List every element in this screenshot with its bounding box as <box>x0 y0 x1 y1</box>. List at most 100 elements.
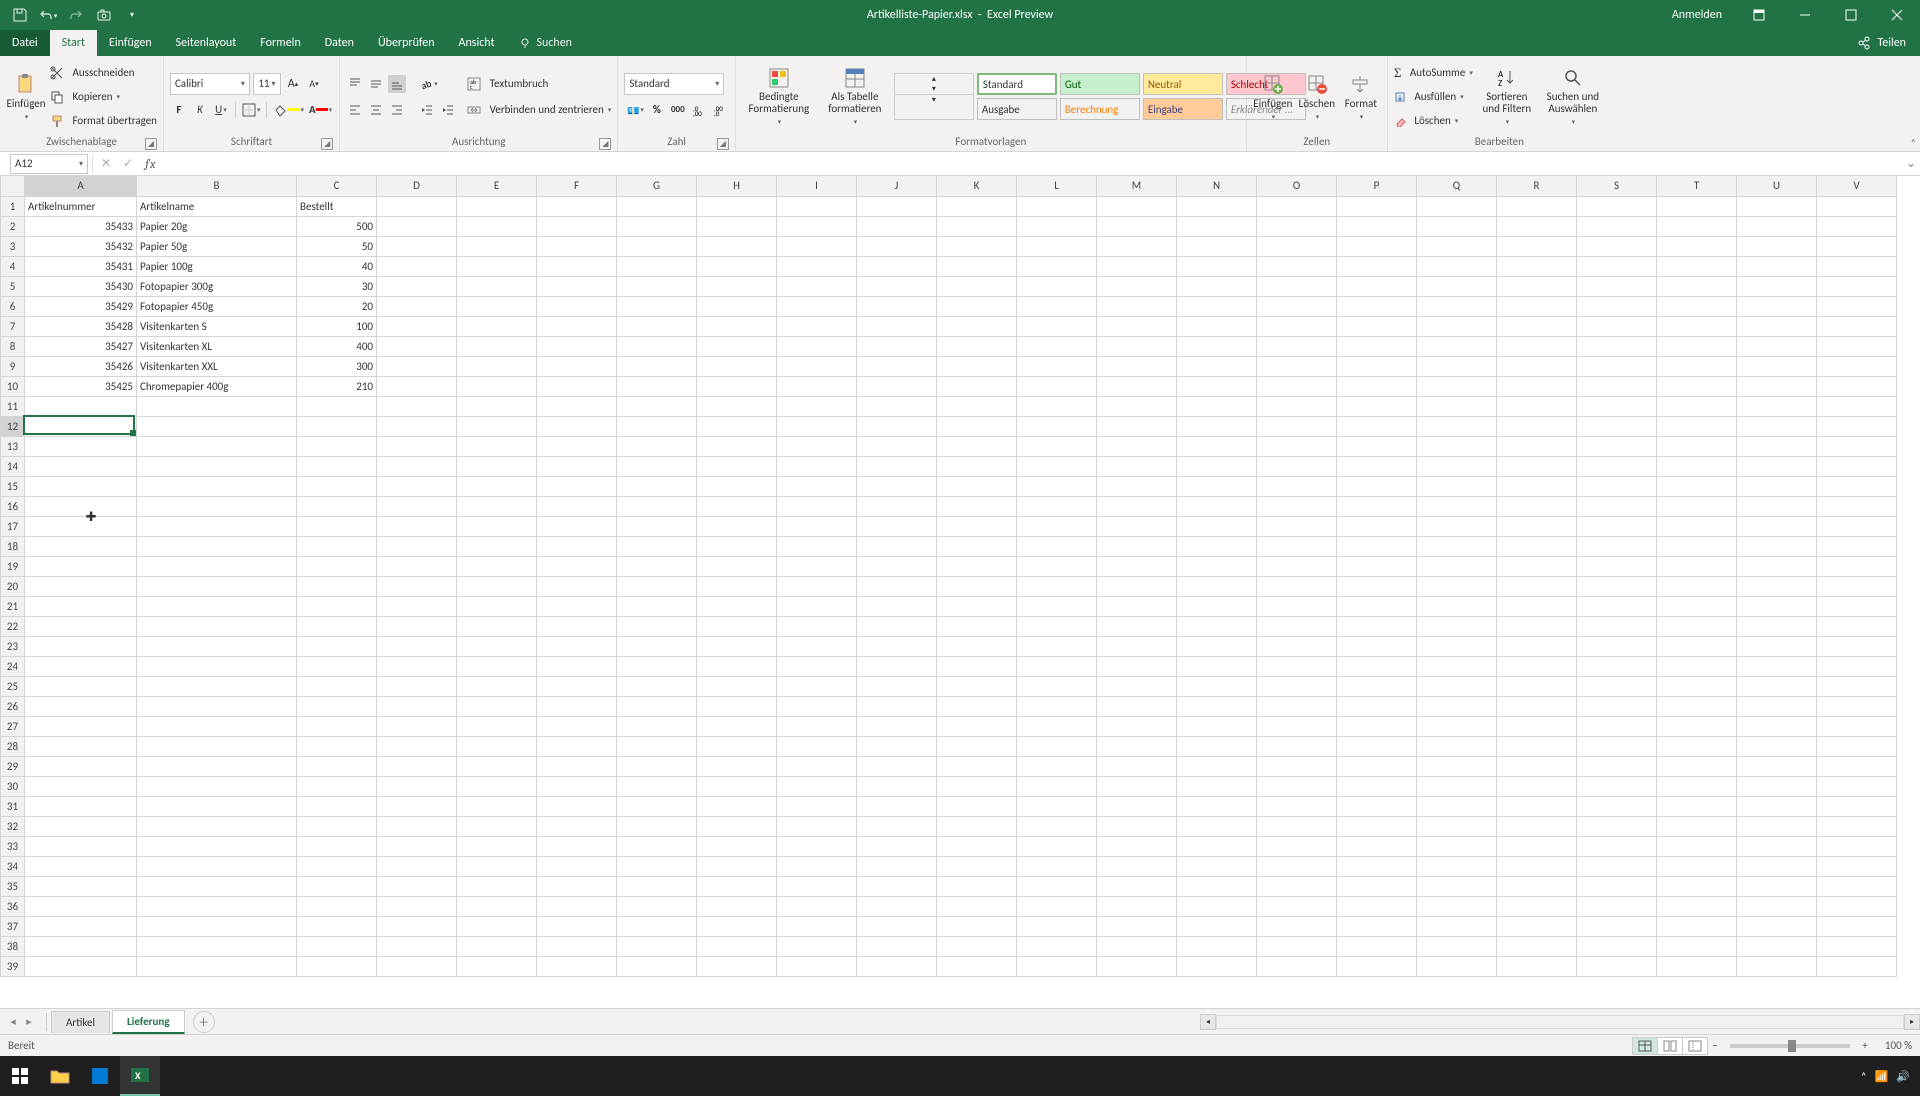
cell-D20[interactable] <box>377 576 457 596</box>
cell-E38[interactable] <box>457 936 537 956</box>
column-header-D[interactable]: D <box>377 176 457 196</box>
tab-einfügen[interactable]: Einfügen <box>97 30 164 56</box>
cell-N16[interactable] <box>1177 496 1257 516</box>
cell-U19[interactable] <box>1737 556 1817 576</box>
cell-H26[interactable] <box>697 696 777 716</box>
cell-C28[interactable] <box>297 736 377 756</box>
increase-font-button[interactable]: A▴ <box>284 75 302 93</box>
cell-D12[interactable] <box>377 416 457 436</box>
cell-B34[interactable] <box>137 856 297 876</box>
cell-I31[interactable] <box>777 796 857 816</box>
cell-H36[interactable] <box>697 896 777 916</box>
cell-G19[interactable] <box>617 556 697 576</box>
cell-O12[interactable] <box>1257 416 1337 436</box>
cell-P14[interactable] <box>1337 456 1417 476</box>
enter-fx-button[interactable]: ✓ <box>117 154 139 174</box>
cell-N7[interactable] <box>1177 316 1257 336</box>
style-standard[interactable]: Standard <box>977 73 1057 95</box>
cell-K22[interactable] <box>937 616 1017 636</box>
cell-U15[interactable] <box>1737 476 1817 496</box>
cell-C3[interactable]: 50 <box>297 236 377 256</box>
row-header-31[interactable]: 31 <box>1 796 25 816</box>
cell-V12[interactable] <box>1817 416 1897 436</box>
cell-R30[interactable] <box>1497 776 1577 796</box>
cell-N25[interactable] <box>1177 676 1257 696</box>
cell-R36[interactable] <box>1497 896 1577 916</box>
row-header-26[interactable]: 26 <box>1 696 25 716</box>
cell-U28[interactable] <box>1737 736 1817 756</box>
row-header-22[interactable]: 22 <box>1 616 25 636</box>
cell-N4[interactable] <box>1177 256 1257 276</box>
cell-A9[interactable]: 35426 <box>25 356 137 376</box>
cell-L3[interactable] <box>1017 236 1097 256</box>
cell-R3[interactable] <box>1497 236 1577 256</box>
row-header-10[interactable]: 10 <box>1 376 25 396</box>
cell-J9[interactable] <box>857 356 937 376</box>
cell-S37[interactable] <box>1577 916 1657 936</box>
cell-N21[interactable] <box>1177 596 1257 616</box>
cell-S13[interactable] <box>1577 436 1657 456</box>
cell-G32[interactable] <box>617 816 697 836</box>
cell-R9[interactable] <box>1497 356 1577 376</box>
cell-C37[interactable] <box>297 916 377 936</box>
cell-Q8[interactable] <box>1417 336 1497 356</box>
row-header-28[interactable]: 28 <box>1 736 25 756</box>
cell-B15[interactable] <box>137 476 297 496</box>
cell-T29[interactable] <box>1657 756 1737 776</box>
cell-G38[interactable] <box>617 936 697 956</box>
cell-M7[interactable] <box>1097 316 1177 336</box>
cell-J30[interactable] <box>857 776 937 796</box>
cell-N31[interactable] <box>1177 796 1257 816</box>
cell-R2[interactable] <box>1497 216 1577 236</box>
cell-H6[interactable] <box>697 296 777 316</box>
cell-S18[interactable] <box>1577 536 1657 556</box>
tray-network-icon[interactable]: 📶 <box>1875 1070 1889 1083</box>
cell-B5[interactable]: Fotopapier 300g <box>137 276 297 296</box>
cell-H27[interactable] <box>697 716 777 736</box>
cell-M8[interactable] <box>1097 336 1177 356</box>
cell-F12[interactable] <box>537 416 617 436</box>
name-box[interactable]: A12▾ <box>10 154 88 174</box>
column-header-M[interactable]: M <box>1097 176 1177 196</box>
cell-H32[interactable] <box>697 816 777 836</box>
cell-T14[interactable] <box>1657 456 1737 476</box>
fill-color-button[interactable]: ▾ <box>272 101 305 119</box>
cell-J8[interactable] <box>857 336 937 356</box>
cell-K16[interactable] <box>937 496 1017 516</box>
cell-E35[interactable] <box>457 876 537 896</box>
cell-D22[interactable] <box>377 616 457 636</box>
row-header-27[interactable]: 27 <box>1 716 25 736</box>
wrap-text-button[interactable]: abc Textumbruch <box>467 73 611 95</box>
cell-U11[interactable] <box>1737 396 1817 416</box>
cell-U31[interactable] <box>1737 796 1817 816</box>
cell-M16[interactable] <box>1097 496 1177 516</box>
cell-U2[interactable] <box>1737 216 1817 236</box>
cell-C7[interactable]: 100 <box>297 316 377 336</box>
cell-R29[interactable] <box>1497 756 1577 776</box>
cell-U21[interactable] <box>1737 596 1817 616</box>
row-header-3[interactable]: 3 <box>1 236 25 256</box>
cell-P36[interactable] <box>1337 896 1417 916</box>
cell-S9[interactable] <box>1577 356 1657 376</box>
cell-P24[interactable] <box>1337 656 1417 676</box>
taskbar-app-2[interactable] <box>80 1056 120 1096</box>
cell-P30[interactable] <box>1337 776 1417 796</box>
cell-Q4[interactable] <box>1417 256 1497 276</box>
cell-H8[interactable] <box>697 336 777 356</box>
cell-K19[interactable] <box>937 556 1017 576</box>
cell-S27[interactable] <box>1577 716 1657 736</box>
cell-R20[interactable] <box>1497 576 1577 596</box>
cell-G1[interactable] <box>617 196 697 216</box>
cell-P8[interactable] <box>1337 336 1417 356</box>
cell-H15[interactable] <box>697 476 777 496</box>
cell-T23[interactable] <box>1657 636 1737 656</box>
cell-I1[interactable] <box>777 196 857 216</box>
cell-G11[interactable] <box>617 396 697 416</box>
cell-E12[interactable] <box>457 416 537 436</box>
normal-view-button[interactable] <box>1632 1037 1658 1055</box>
row-header-11[interactable]: 11 <box>1 396 25 416</box>
cell-V16[interactable] <box>1817 496 1897 516</box>
cell-U34[interactable] <box>1737 856 1817 876</box>
cell-P13[interactable] <box>1337 436 1417 456</box>
cell-T38[interactable] <box>1657 936 1737 956</box>
